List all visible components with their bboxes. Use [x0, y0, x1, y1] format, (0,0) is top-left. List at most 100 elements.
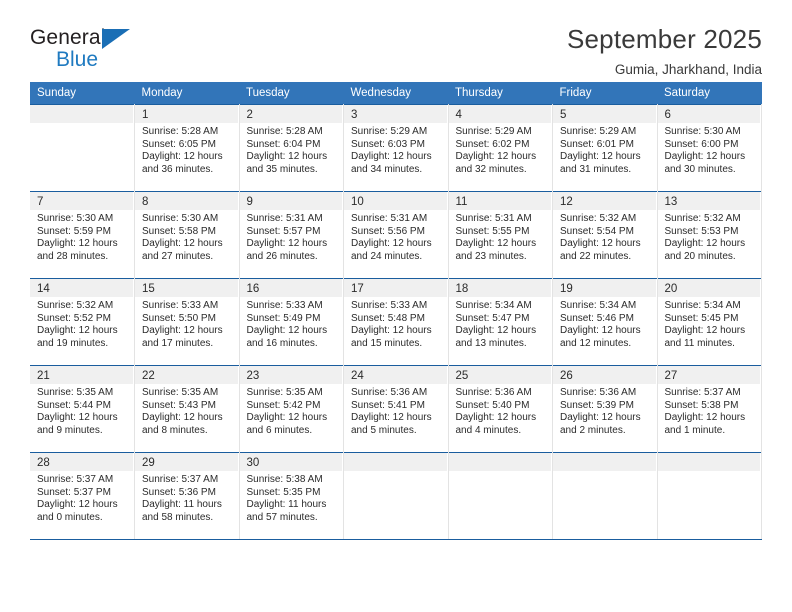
calendar-day-cell[interactable]: 9 Sunrise: 5:31 AM Sunset: 5:57 PM Daylight…	[239, 191, 344, 279]
calendar-day-cell[interactable]: 6 Sunrise: 5:30 AM Sunset: 6:00 PM Daylight…	[657, 104, 762, 192]
calendar-day-cell[interactable]: 17 Sunrise: 5:33 AM Sunset: 5:48 PM Dayligh…	[343, 278, 449, 366]
day-daylight-text: and 19 minutes.	[37, 337, 109, 349]
day-number: 26	[553, 366, 657, 384]
day-details: Sunrise: 5:34 AM Sunset: 5:47 PM Daylight:…	[449, 297, 553, 350]
calendar-week-row: 1 Sunrise: 5:28 AM Sunset: 6:05 PM Daylight…	[30, 104, 762, 192]
day-sunset-text: Sunset: 5:46 PM	[560, 312, 634, 324]
day-number: 23	[239, 366, 343, 384]
day-cell-inner: 18 Sunrise: 5:34 AM Sunset: 5:47 PM Dayligh…	[448, 279, 553, 365]
day-number: 5	[553, 105, 657, 123]
day-sunset-text: Sunset: 5:50 PM	[142, 312, 216, 324]
calendar-day-cell[interactable]: 3 Sunrise: 5:29 AM Sunset: 6:03 PM Daylight…	[343, 104, 449, 192]
day-number: 22	[135, 366, 239, 384]
day-daylight-text: Daylight: 12 hours	[246, 325, 328, 337]
day-details: Sunrise: 5:36 AM Sunset: 5:39 PM Daylight:…	[553, 384, 657, 437]
day-sunrise-text: Sunrise: 5:32 AM	[560, 213, 637, 224]
calendar-day-cell[interactable]: 23 Sunrise: 5:35 AM Sunset: 5:42 PM Dayligh…	[239, 365, 344, 453]
calendar-day-cell[interactable]: 12 Sunrise: 5:32 AM Sunset: 5:54 PM Dayligh…	[552, 191, 658, 279]
calendar-day-cell[interactable]: 2 Sunrise: 5:28 AM Sunset: 6:04 PM Daylight…	[239, 104, 344, 192]
day-sunset-text: Sunset: 5:59 PM	[37, 225, 111, 237]
calendar-bottom-rule	[30, 539, 762, 540]
day-daylight-text: Daylight: 12 hours	[142, 412, 223, 424]
day-sunset-text: Sunset: 6:02 PM	[455, 138, 530, 150]
calendar-day-cell[interactable]: 20 Sunrise: 5:34 AM Sunset: 5:45 PM Dayligh…	[657, 278, 762, 366]
day-daylight-text: and 57 minutes.	[246, 511, 318, 523]
calendar-day-cell[interactable]: 26 Sunrise: 5:36 AM Sunset: 5:39 PM Dayligh…	[552, 365, 658, 453]
day-daylight-text: Daylight: 12 hours	[142, 238, 223, 250]
calendar-day-cell[interactable]: 30 Sunrise: 5:38 AM Sunset: 5:35 PM Dayligh…	[239, 452, 344, 539]
day-cell-inner: 28 Sunrise: 5:37 AM Sunset: 5:37 PM Dayligh…	[30, 453, 134, 539]
day-sunrise-text: Sunrise: 5:30 AM	[664, 126, 741, 137]
day-sunrise-text: Sunrise: 5:34 AM	[560, 300, 637, 311]
day-sunset-text: Sunset: 6:04 PM	[246, 138, 321, 150]
calendar-day-cell[interactable]: 4 Sunrise: 5:29 AM Sunset: 6:02 PM Daylight…	[448, 104, 553, 192]
calendar-day-cell[interactable]: 27 Sunrise: 5:37 AM Sunset: 5:38 PM Dayligh…	[657, 365, 762, 453]
day-daylight-text: and 30 minutes.	[664, 163, 736, 175]
day-sunset-text: Sunset: 5:41 PM	[351, 399, 425, 411]
day-details: Sunrise: 5:36 AM Sunset: 5:41 PM Daylight:…	[344, 384, 448, 437]
day-cell-inner: 9 Sunrise: 5:31 AM Sunset: 5:57 PM Daylight…	[239, 192, 343, 278]
day-sunrise-text: Sunrise: 5:30 AM	[142, 213, 219, 224]
day-details: Sunrise: 5:35 AM Sunset: 5:44 PM Daylight:…	[30, 384, 134, 437]
day-sunrise-text: Sunrise: 5:33 AM	[246, 300, 323, 311]
day-details: Sunrise: 5:32 AM Sunset: 5:54 PM Daylight:…	[553, 210, 657, 263]
weekday-header-wednesday: Wednesday	[343, 82, 448, 105]
calendar-day-cell[interactable]: 28 Sunrise: 5:37 AM Sunset: 5:37 PM Dayligh…	[30, 452, 135, 539]
weekday-header-friday: Friday	[552, 82, 657, 105]
day-details: Sunrise: 5:31 AM Sunset: 5:56 PM Daylight:…	[344, 210, 448, 263]
day-number: 6	[657, 105, 761, 123]
calendar-day-cell[interactable]: 18 Sunrise: 5:34 AM Sunset: 5:47 PM Dayligh…	[448, 278, 553, 366]
calendar-day-cell[interactable]: 10 Sunrise: 5:31 AM Sunset: 5:56 PM Dayligh…	[343, 191, 449, 279]
calendar-day-cell[interactable]: 7 Sunrise: 5:30 AM Sunset: 5:59 PM Daylight…	[30, 191, 135, 279]
calendar-day-cell[interactable]: 1 Sunrise: 5:28 AM Sunset: 6:05 PM Daylight…	[134, 104, 240, 192]
calendar-day-cell[interactable]: 29 Sunrise: 5:37 AM Sunset: 5:36 PM Dayligh…	[134, 452, 240, 539]
day-sunrise-text: Sunrise: 5:37 AM	[664, 387, 741, 398]
day-sunset-text: Sunset: 5:39 PM	[560, 399, 634, 411]
page-title: September 2025	[566, 24, 762, 54]
day-number: 27	[657, 366, 761, 384]
day-sunrise-text: Sunrise: 5:30 AM	[37, 213, 114, 224]
day-details: Sunrise: 5:29 AM Sunset: 6:02 PM Daylight:…	[449, 123, 553, 176]
calendar-day-cell[interactable]: 21 Sunrise: 5:35 AM Sunset: 5:44 PM Dayligh…	[30, 365, 135, 453]
day-sunset-text: Sunset: 5:53 PM	[664, 225, 739, 237]
day-details: Sunrise: 5:33 AM Sunset: 5:49 PM Daylight:…	[240, 297, 344, 350]
calendar-day-cell[interactable]: 24 Sunrise: 5:36 AM Sunset: 5:41 PM Dayligh…	[343, 365, 449, 453]
calendar-day-cell[interactable]: 16 Sunrise: 5:33 AM Sunset: 5:49 PM Dayligh…	[239, 278, 344, 366]
day-daylight-text: and 31 minutes.	[560, 163, 632, 175]
calendar-day-cell[interactable]: 14 Sunrise: 5:32 AM Sunset: 5:52 PM Dayligh…	[30, 278, 135, 366]
day-number	[344, 453, 448, 471]
day-number: 24	[344, 366, 448, 384]
day-daylight-text: and 9 minutes.	[37, 424, 103, 436]
calendar-day-cell[interactable]: 13 Sunrise: 5:32 AM Sunset: 5:53 PM Dayligh…	[657, 191, 762, 279]
day-daylight-text: Daylight: 12 hours	[455, 151, 537, 163]
day-daylight-text: and 11 minutes.	[664, 337, 735, 349]
calendar-day-cell[interactable]: 11 Sunrise: 5:31 AM Sunset: 5:55 PM Dayligh…	[448, 191, 553, 279]
day-sunrise-text: Sunrise: 5:35 AM	[37, 387, 114, 398]
day-daylight-text: and 0 minutes.	[37, 511, 103, 523]
calendar-day-cell[interactable]: 15 Sunrise: 5:33 AM Sunset: 5:50 PM Dayligh…	[134, 278, 240, 366]
day-sunset-text: Sunset: 5:37 PM	[37, 486, 111, 498]
calendar-day-cell[interactable]: 22 Sunrise: 5:35 AM Sunset: 5:43 PM Dayligh…	[134, 365, 240, 453]
day-number: 15	[135, 279, 239, 297]
day-cell-inner: 15 Sunrise: 5:33 AM Sunset: 5:50 PM Dayligh…	[135, 279, 239, 365]
calendar-day-cell[interactable]: 19 Sunrise: 5:34 AM Sunset: 5:46 PM Dayligh…	[552, 278, 658, 366]
day-cell-inner: 13 Sunrise: 5:32 AM Sunset: 5:53 PM Dayligh…	[657, 192, 761, 278]
day-daylight-text: Daylight: 12 hours	[142, 151, 223, 163]
calendar-empty-cell	[343, 452, 449, 539]
calendar-day-cell[interactable]: 5 Sunrise: 5:29 AM Sunset: 6:01 PM Daylight…	[552, 104, 658, 192]
day-sunrise-text: Sunrise: 5:31 AM	[351, 213, 428, 224]
day-number: 25	[448, 366, 552, 384]
day-sunset-text: Sunset: 5:56 PM	[351, 225, 425, 237]
day-sunrise-text: Sunrise: 5:38 AM	[246, 474, 323, 485]
day-number: 1	[135, 105, 239, 123]
calendar-day-cell[interactable]: 8 Sunrise: 5:30 AM Sunset: 5:58 PM Daylight…	[134, 191, 240, 279]
day-daylight-text: Daylight: 12 hours	[664, 151, 746, 163]
day-number: 16	[239, 279, 343, 297]
day-number: 28	[30, 453, 134, 471]
day-daylight-text: and 4 minutes.	[455, 424, 522, 436]
calendar-day-cell[interactable]: 25 Sunrise: 5:36 AM Sunset: 5:40 PM Dayligh…	[448, 365, 553, 453]
calendar-header-row: Sunday Monday Tuesday Wednesday Thursday Frid…	[30, 82, 762, 105]
day-cell-inner	[30, 105, 134, 191]
calendar-empty-cell	[30, 104, 135, 192]
day-daylight-text: Daylight: 11 hours	[142, 499, 222, 511]
